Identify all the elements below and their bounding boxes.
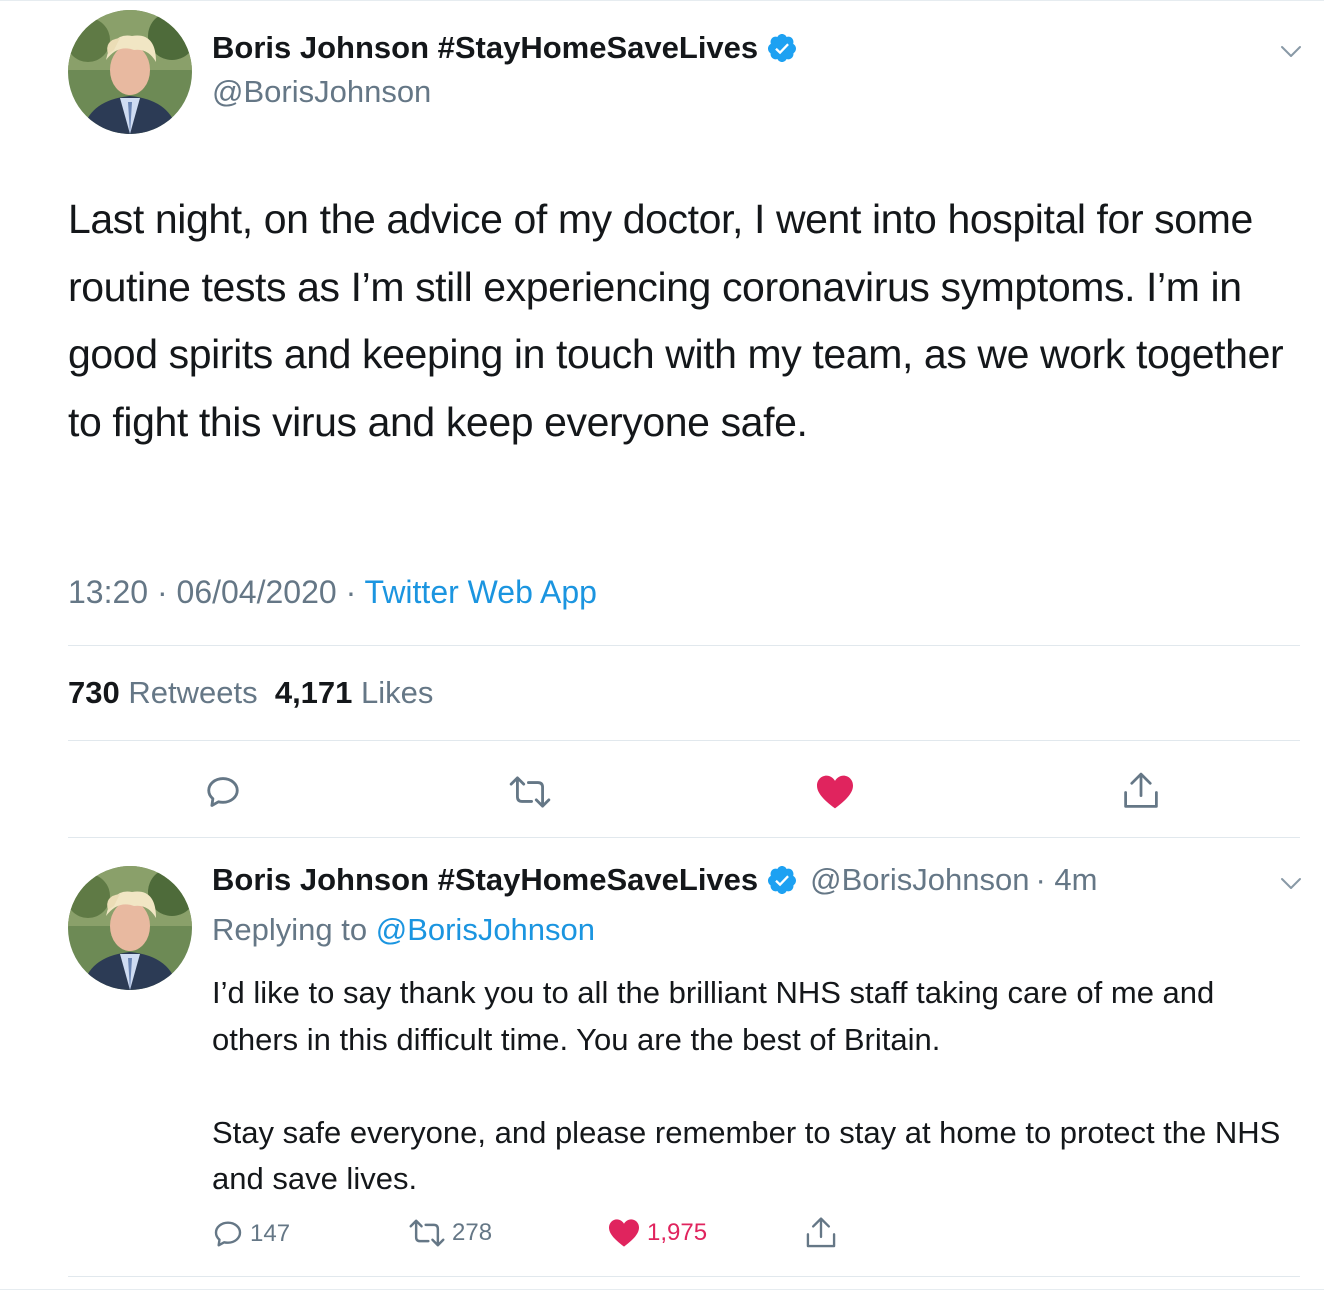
author-handle[interactable]: @BorisJohnson — [212, 74, 431, 110]
reply-count: 147 — [250, 1220, 291, 1247]
top-border — [0, 0, 1324, 1]
meta-separator: · — [148, 574, 177, 610]
tweet-meta: 13:20 · 06/04/2020 · Twitter Web App — [68, 574, 597, 611]
reply-tweet-text: I’d like to say thank you to all the bri… — [212, 975, 1281, 1196]
retweet-count: 730 — [68, 675, 120, 710]
reply-author-display-name[interactable]: Boris Johnson #StayHomeSaveLives — [212, 862, 758, 898]
likes-stat[interactable]: 4,171 Likes — [275, 675, 434, 710]
author-avatar[interactable] — [68, 10, 192, 134]
bottom-border — [0, 1289, 1324, 1290]
tweet-text: Last night, on the advice of my doctor, … — [68, 196, 1284, 445]
author-name-row: Boris Johnson #StayHomeSaveLives — [212, 30, 798, 66]
reply-author-handle[interactable]: @BorisJohnson — [810, 862, 1029, 898]
reply-like-count: 1,975 — [647, 1219, 708, 1246]
replying-to-label: Replying to — [212, 912, 368, 947]
verified-badge-icon — [766, 32, 798, 64]
tweet-stats: 730 Retweets 4,171 Likes — [68, 675, 433, 711]
heart-icon — [609, 1219, 639, 1247]
retweet-icon[interactable] — [508, 772, 552, 812]
tweet-date[interactable]: 06/04/2020 — [177, 574, 337, 610]
divider — [68, 1276, 1300, 1277]
reply-author-row: Boris Johnson #StayHomeSaveLives @BorisJ… — [212, 862, 1097, 898]
reply-retweet-button[interactable]: 278 — [408, 1218, 492, 1248]
replying-to: Replying to @BorisJohnson — [212, 912, 595, 948]
like-label: Likes — [361, 675, 434, 710]
reply-reply-button[interactable]: 147 — [212, 1218, 290, 1250]
author-display-name[interactable]: Boris Johnson #StayHomeSaveLives — [212, 30, 758, 66]
reply-author-avatar[interactable] — [68, 866, 192, 990]
reply-like-button[interactable]: 1,975 — [607, 1218, 707, 1248]
divider — [68, 837, 1300, 838]
divider — [68, 645, 1300, 646]
verified-badge-icon — [766, 864, 798, 896]
reply-share-button[interactable] — [805, 1216, 837, 1250]
meta-separator: · — [336, 574, 365, 610]
share-icon — [806, 1217, 836, 1248]
retweet-icon — [409, 1219, 445, 1247]
tweet-source-link[interactable]: Twitter Web App — [365, 574, 597, 610]
chevron-down-icon[interactable] — [1278, 38, 1304, 64]
chevron-down-icon[interactable] — [1278, 870, 1304, 896]
like-count: 4,171 — [274, 675, 353, 710]
heart-icon[interactable] — [814, 772, 856, 812]
share-icon[interactable] — [1121, 770, 1161, 812]
tweet-time[interactable]: 13:20 — [68, 574, 148, 610]
reply-icon[interactable] — [203, 772, 243, 812]
retweets-stat[interactable]: 730 Retweets — [68, 675, 258, 710]
reply-icon — [214, 1221, 242, 1247]
retweet-label: Retweets — [128, 675, 258, 710]
replying-to-mention[interactable]: @BorisJohnson — [376, 912, 595, 947]
reply-retweet-count: 278 — [452, 1219, 493, 1246]
reply-time-ago[interactable]: · 4m — [1035, 862, 1097, 898]
divider — [68, 740, 1300, 741]
